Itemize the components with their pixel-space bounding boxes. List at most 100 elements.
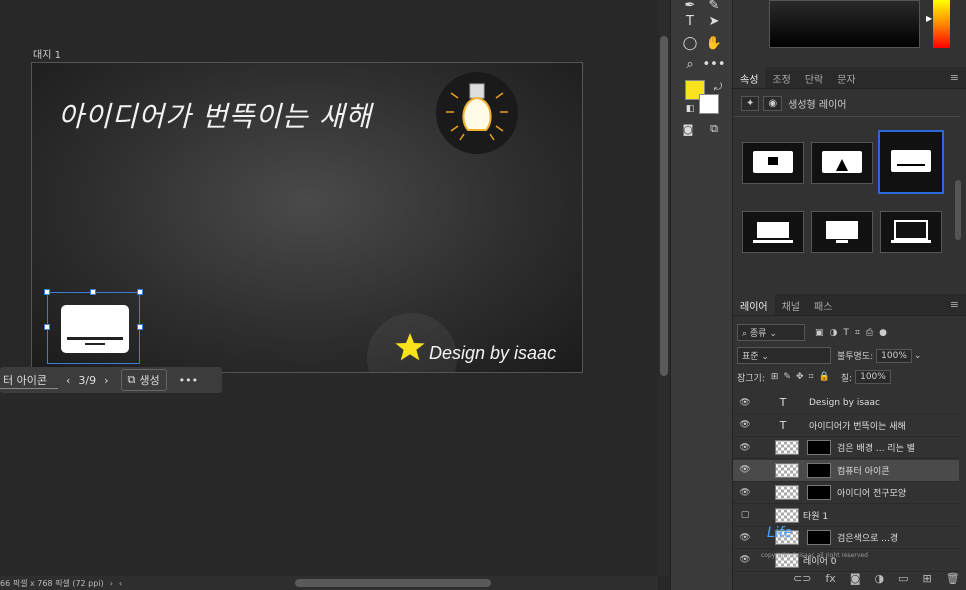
background-color-swatch[interactable] xyxy=(699,94,719,114)
panel-menu-icon[interactable]: ≡ xyxy=(950,71,959,84)
transform-handle-e[interactable] xyxy=(137,324,143,330)
more-tools-icon[interactable]: ••• xyxy=(703,55,726,73)
eye-icon[interactable]: 👁 xyxy=(733,398,757,408)
generate-button[interactable]: ⧉ 생성 xyxy=(120,369,167,391)
tab-channels[interactable]: 채널 xyxy=(775,294,807,315)
variation-thumb-2[interactable] xyxy=(811,142,873,184)
lock-row: 잠그기: ⊞✎✥⌗🔒 칠: 100% xyxy=(737,370,891,384)
monitor-thumb-icon xyxy=(891,150,931,172)
artboard-title-text[interactable]: 아이디어가 번뜩이는 새해 xyxy=(58,95,372,135)
layer-name: 아이디어 전구모양 xyxy=(837,489,907,499)
tab-properties[interactable]: 속성 xyxy=(733,67,766,88)
prev-variation-button[interactable]: ‹ xyxy=(66,374,70,387)
type-tool-icon[interactable]: T xyxy=(679,12,701,30)
scroll-left-icon[interactable]: ‹ xyxy=(119,579,122,588)
transform-handle-ne[interactable] xyxy=(137,289,143,295)
variation-layer-label[interactable]: 터 아이콘 xyxy=(0,372,58,389)
eye-icon[interactable]: 👁 xyxy=(733,465,757,475)
zoom-tool-icon[interactable]: ⌕ xyxy=(679,55,701,73)
tab-paragraph[interactable]: 단락 xyxy=(798,67,830,88)
delete-layer-icon[interactable]: 🗑 xyxy=(946,572,960,585)
hue-slider[interactable] xyxy=(933,0,950,48)
generate-icon: ⧉ xyxy=(127,373,136,386)
fx-icon[interactable]: fx xyxy=(825,572,835,585)
generate-label: 생성 xyxy=(139,374,160,387)
tab-layers[interactable]: 레이어 xyxy=(733,294,775,315)
lock-icons[interactable]: ⊞✎✥⌗🔒 xyxy=(771,372,835,382)
eye-icon[interactable]: 👁 xyxy=(733,555,757,565)
mask-icon: ◉ xyxy=(763,96,783,111)
layer-type-label: 생성형 레이어 xyxy=(788,100,847,111)
layer-thumbnail xyxy=(775,507,799,523)
eye-icon[interactable]: 👁 xyxy=(733,420,757,430)
swap-colors-icon[interactable]: ⤾ xyxy=(707,78,729,96)
layer-row[interactable]: 👁 컴퓨터 아이콘 xyxy=(733,459,959,482)
layer-mask-thumbnail xyxy=(807,485,831,500)
variation-counter: 3/9 xyxy=(78,373,97,387)
eye-icon[interactable]: 👁 xyxy=(733,533,757,543)
layer-mask-thumbnail xyxy=(807,462,831,478)
status-arrow-icon[interactable]: › xyxy=(110,579,113,588)
selection-bounding-box[interactable] xyxy=(47,292,140,364)
opacity-chevron-icon[interactable]: ⌄ xyxy=(914,351,922,361)
layer-name: 검은 배경 ... 리는 별 xyxy=(837,444,915,454)
transform-handle-nw[interactable] xyxy=(44,289,50,295)
eye-icon[interactable]: 👁 xyxy=(733,443,757,453)
screen-mode-icon[interactable]: ⧉ xyxy=(703,120,725,138)
layers-menu-icon[interactable]: ≡ xyxy=(950,298,959,311)
new-layer-icon[interactable]: ⊞ xyxy=(923,572,932,585)
layer-row[interactable]: 👁 T 아이디어가 번뜩이는 새해 xyxy=(733,415,959,437)
quick-mask-icon[interactable]: ◙ xyxy=(677,120,699,138)
opacity-label: 불투명도: xyxy=(837,352,874,362)
filter-type-icons[interactable]: ▣◑T⌗⎙● xyxy=(815,328,893,338)
transform-handle-n[interactable] xyxy=(90,289,96,295)
layer-row[interactable]: 👁 아이디어 전구모양 xyxy=(733,482,959,504)
variation-thumb-5[interactable] xyxy=(811,211,873,253)
hand-tool-icon[interactable]: ✋ xyxy=(703,34,725,52)
fill-field[interactable]: 100% xyxy=(855,370,891,384)
variation-thumb-6[interactable] xyxy=(880,211,942,253)
color-picker-field[interactable] xyxy=(769,0,920,48)
opacity-field[interactable]: 100% xyxy=(876,348,912,363)
horizontal-scrollbar[interactable] xyxy=(295,579,491,587)
eye-icon[interactable]: 👁 xyxy=(733,488,757,498)
tab-adjustments[interactable]: 조정 xyxy=(765,67,797,88)
layer-thumbnail xyxy=(775,462,799,478)
tab-paths[interactable]: 패스 xyxy=(807,294,839,315)
properties-scrollbar[interactable] xyxy=(955,180,961,240)
contextual-task-bar: 터 아이콘 ‹ 3/9 › ⧉ 생성 ••• xyxy=(0,367,222,393)
add-mask-icon[interactable]: ◙ xyxy=(850,572,861,585)
monitor-thumb-icon xyxy=(753,151,793,173)
variation-thumb-1[interactable] xyxy=(742,142,804,184)
link-layers-icon[interactable]: ⊂⊃ xyxy=(793,572,811,585)
artboard-credit-text[interactable]: Design by isaac xyxy=(429,343,556,364)
layer-thumbnail xyxy=(775,440,799,455)
layer-row[interactable]: ▢ 타원 1 xyxy=(733,505,959,527)
layer-row[interactable]: 👁 T Design by isaac xyxy=(733,392,959,414)
right-panels: ▶ 속성 조정 단락 문자 ≡ ✦ ◉ 생성형 레이어 레이어 채널 패스 ≡ … xyxy=(732,0,966,590)
watermark-text: Life xyxy=(767,525,793,541)
eye-hidden-icon[interactable]: ▢ xyxy=(733,510,757,520)
properties-tabs: 속성 조정 단락 문자 ≡ xyxy=(733,67,966,89)
path-select-icon[interactable]: ➤ xyxy=(703,12,725,30)
default-colors-icon[interactable]: ◧ xyxy=(679,100,701,118)
monitor-thumb-icon xyxy=(826,221,858,243)
next-variation-button[interactable]: › xyxy=(104,374,108,387)
ellipse-tool-icon[interactable]: ◯ xyxy=(679,34,701,52)
vertical-scrollbar[interactable] xyxy=(660,36,668,376)
watermark-copyright: copyright © isaac all right reserved xyxy=(761,552,868,559)
laptop-thumb-icon xyxy=(891,220,931,243)
artboard-label: 대지 1 xyxy=(33,50,61,61)
adjustment-layer-icon[interactable]: ◑ xyxy=(875,572,885,585)
variation-thumb-4[interactable] xyxy=(742,211,804,253)
tab-character[interactable]: 문자 xyxy=(830,67,862,88)
transform-handle-w[interactable] xyxy=(44,324,50,330)
layer-thumbnail xyxy=(775,485,799,500)
new-group-icon[interactable]: ▭ xyxy=(898,572,908,585)
blend-mode-dropdown[interactable]: 표준 ⌄ xyxy=(737,347,831,364)
layer-filter-dropdown[interactable]: ⌕ 종류 ⌄ xyxy=(737,324,805,341)
variation-thumb-3-selected[interactable] xyxy=(878,130,944,194)
layer-row[interactable]: 👁 검은 배경 ... 리는 별 xyxy=(733,437,959,459)
more-options-button[interactable]: ••• xyxy=(179,374,198,387)
canvas-area[interactable]: 대지 1 아이디어가 번뜩이는 새해 Design by isaac 터 아이콘… xyxy=(0,0,658,590)
